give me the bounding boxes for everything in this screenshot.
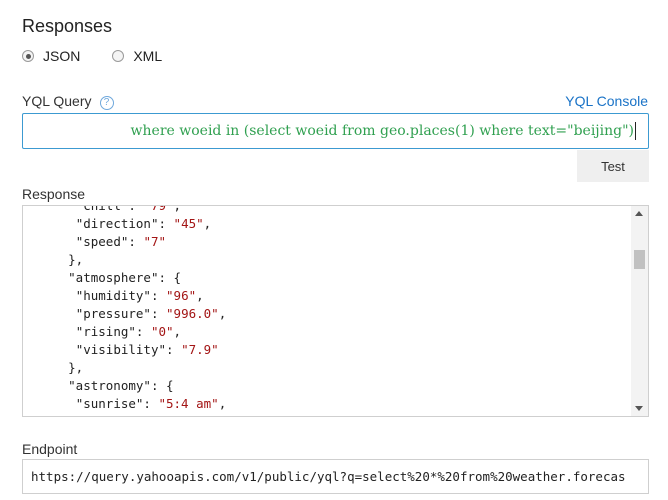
code-line: "chill": "79",	[23, 205, 630, 215]
code-token: :	[158, 216, 174, 231]
code-token: :	[128, 205, 144, 213]
scroll-down-arrow-icon[interactable]	[635, 406, 643, 411]
code-token: "astronomy"	[68, 378, 151, 393]
code-token: ,	[218, 306, 227, 321]
code-token: :	[128, 234, 144, 249]
code-token: "speed"	[75, 234, 129, 249]
code-token: "pressure"	[75, 306, 151, 321]
response-label: Response	[22, 186, 86, 202]
yql-query-label: YQL Query?	[22, 93, 114, 110]
responses-title: Responses	[22, 16, 113, 36]
code-line: "speed": "7"	[23, 233, 630, 251]
yql-console-link[interactable]: YQL Console	[565, 93, 648, 109]
format-radio-group: JSON XML	[22, 48, 194, 64]
code-token: "sunrise"	[75, 396, 144, 411]
format-option-label: JSON	[43, 48, 81, 64]
response-code: "chill": "79", "direction": "45", "speed…	[23, 205, 630, 416]
code-token: :	[135, 324, 151, 339]
code-string-value: "5:4 am"	[158, 396, 219, 411]
code-token: },	[23, 360, 84, 375]
scroll-up-arrow-icon[interactable]	[635, 211, 643, 216]
help-icon[interactable]: ?	[99, 95, 114, 110]
code-token: :	[150, 306, 167, 321]
code-token: "sunset"	[76, 414, 136, 416]
code-line: "direction": "45",	[23, 215, 630, 233]
code-line: "pressure": "996.0",	[23, 305, 630, 323]
code-line: "humidity": "96",	[23, 287, 630, 305]
code-token: : {	[150, 378, 174, 393]
code-string-value: "996.0"	[166, 306, 219, 321]
code-token: ,	[203, 216, 212, 231]
code-line: },	[23, 359, 630, 377]
code-string-value: "7:31 pm"	[151, 414, 219, 416]
code-token: :	[166, 342, 182, 357]
code-token: ,	[218, 396, 227, 411]
code-token: :	[150, 288, 167, 303]
code-line: },	[23, 251, 630, 269]
yql-query-label-text: YQL Query	[22, 93, 92, 109]
code-line: "astronomy": {	[23, 377, 630, 395]
yql-query-input[interactable]: where woeid in (select woeid from geo.pl…	[22, 113, 649, 149]
code-line: "atmosphere": {	[23, 269, 630, 287]
code-string-value: "7"	[143, 234, 167, 249]
code-string-value: "7.9"	[181, 342, 219, 357]
code-token: ,	[173, 324, 182, 339]
code-token: "direction"	[75, 216, 159, 231]
text-caret	[635, 122, 636, 140]
endpoint-field[interactable]: https://query.yahooapis.com/v1/public/yq…	[22, 459, 649, 494]
code-token: "atmosphere"	[68, 270, 159, 285]
code-string-value: "79"	[143, 205, 174, 213]
code-token: "visibility"	[75, 342, 166, 357]
code-token: "rising"	[75, 324, 136, 339]
code-token: : {	[158, 270, 182, 285]
code-token: ,	[173, 205, 182, 213]
format-option-xml[interactable]: XML	[112, 48, 162, 64]
code-line: "sunrise": "5:4 am",	[23, 395, 630, 413]
radio-unchecked-icon[interactable]	[112, 50, 125, 62]
code-token: },	[23, 252, 84, 267]
code-line: "sunset": "7:31 pm"	[23, 413, 630, 416]
code-token: ,	[196, 288, 204, 303]
endpoint-url: https://query.yahooapis.com/v1/public/yq…	[31, 469, 626, 484]
code-token: :	[143, 396, 159, 411]
endpoint-label: Endpoint	[22, 441, 78, 457]
code-string-value: "0"	[150, 324, 174, 339]
code-string-value: "45"	[173, 216, 204, 231]
format-option-label: XML	[133, 48, 163, 64]
scroll-thumb[interactable]	[634, 250, 645, 269]
code-token: "humidity"	[75, 288, 151, 303]
code-line: "rising": "0",	[23, 323, 630, 341]
format-option-json[interactable]: JSON	[22, 48, 80, 64]
response-scrollbar[interactable]	[631, 206, 648, 416]
radio-checked-icon[interactable]	[22, 50, 34, 62]
yql-query-text: where woeid in (select woeid from geo.pl…	[130, 123, 634, 139]
response-panel[interactable]: "chill": "79", "direction": "45", "speed…	[22, 205, 649, 417]
code-string-value: "96"	[166, 288, 197, 303]
code-token: "chill"	[75, 205, 129, 213]
code-token: :	[136, 414, 151, 416]
test-button[interactable]: Test	[577, 150, 649, 182]
code-line: "visibility": "7.9"	[23, 341, 630, 359]
